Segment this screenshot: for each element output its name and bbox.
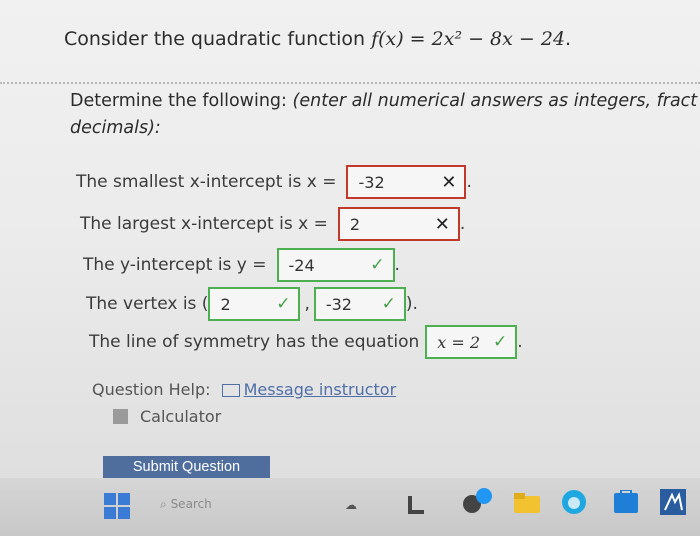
function-formula: f(x) = 2x² − 8x − 24 [371, 28, 566, 50]
vertex-y-input[interactable]: -32 ✓ [313, 287, 406, 321]
instructions-note: (enter all numerical answers as integers… [292, 91, 698, 111]
correct-icon: ✓ [493, 332, 508, 352]
taskbar-search-label: Search [170, 497, 212, 511]
period: . [517, 332, 523, 352]
file-explorer-icon[interactable] [514, 490, 540, 518]
y-intercept-value: -24 [288, 255, 315, 275]
message-instructor-link[interactable]: Message instructor [244, 380, 397, 399]
taskbar-search[interactable]: ⌕ Search [160, 497, 212, 512]
windows-start-icon[interactable] [104, 493, 130, 523]
smallest-x-intercept-label: The smallest x-intercept is x = [76, 172, 337, 192]
instructions-note-line2: decimals): [70, 118, 161, 138]
task-view-icon[interactable] [408, 494, 426, 520]
question-help-label: Question Help: [92, 380, 211, 399]
store-icon[interactable] [614, 489, 638, 518]
largest-x-intercept-label: The largest x-intercept is x = [80, 214, 328, 234]
vertex-y-value: -32 [325, 294, 352, 314]
weather-icon: ☁ [345, 498, 357, 512]
smallest-x-intercept-value: -32 [358, 172, 385, 192]
correct-icon: ✓ [370, 255, 385, 275]
calculator-link[interactable]: Calculator [113, 407, 221, 426]
y-intercept-input[interactable]: -24 ✓ [276, 248, 395, 282]
question-suffix: . [565, 28, 572, 50]
vertex-close: ). [405, 294, 418, 314]
instructions-lead: Determine the following: [70, 91, 293, 111]
search-icon: ⌕ [160, 497, 167, 511]
y-intercept-label: The y-intercept is y = [83, 255, 267, 275]
symmetry-label: The line of symmetry has the equation [89, 332, 420, 352]
vertex-comma: , [304, 294, 310, 314]
instructions: Determine the following: (enter all nume… [70, 88, 700, 142]
symmetry-row: The line of symmetry has the equation x … [89, 325, 523, 359]
app-icon[interactable] [660, 489, 686, 519]
divider [0, 82, 700, 84]
vertex-row: The vertex is ( 2 ✓ , -32 ✓ ). [86, 287, 418, 321]
chat-icon[interactable] [460, 486, 494, 522]
period: . [466, 172, 472, 192]
correct-icon: ✓ [276, 294, 291, 314]
question-prefix: Consider the quadratic function [64, 28, 372, 50]
largest-x-intercept-input[interactable]: 2 ✕ [337, 207, 460, 241]
incorrect-icon: ✕ [434, 213, 450, 235]
vertex-label: The vertex is ( [86, 294, 209, 314]
largest-x-intercept-value: 2 [349, 214, 361, 234]
incorrect-icon: ✕ [441, 171, 457, 193]
y-intercept-row: The y-intercept is y = -24 ✓ . [83, 248, 400, 282]
edge-browser-icon[interactable] [560, 488, 588, 520]
smallest-x-intercept-row: The smallest x-intercept is x = -32 ✕ . [76, 165, 472, 199]
mail-icon [221, 384, 240, 397]
period: . [394, 255, 400, 275]
question-help: Question Help: Message instructor [92, 380, 396, 399]
smallest-x-intercept-input[interactable]: -32 ✕ [346, 165, 467, 199]
vertex-x-value: 2 [220, 294, 231, 314]
period: . [459, 214, 466, 234]
submit-question-button[interactable]: Submit Question [103, 456, 270, 478]
question-text: Consider the quadratic function f(x) = 2… [64, 28, 571, 50]
vertex-x-input[interactable]: 2 ✓ [208, 287, 301, 321]
calculator-label: Calculator [140, 407, 222, 426]
correct-icon: ✓ [381, 294, 396, 314]
largest-x-intercept-row: The largest x-intercept is x = 2 ✕ . [80, 207, 465, 241]
symmetry-input[interactable]: x = 2 ✓ [425, 325, 518, 359]
calculator-icon [113, 409, 128, 424]
symmetry-value: x = 2 [437, 332, 481, 352]
